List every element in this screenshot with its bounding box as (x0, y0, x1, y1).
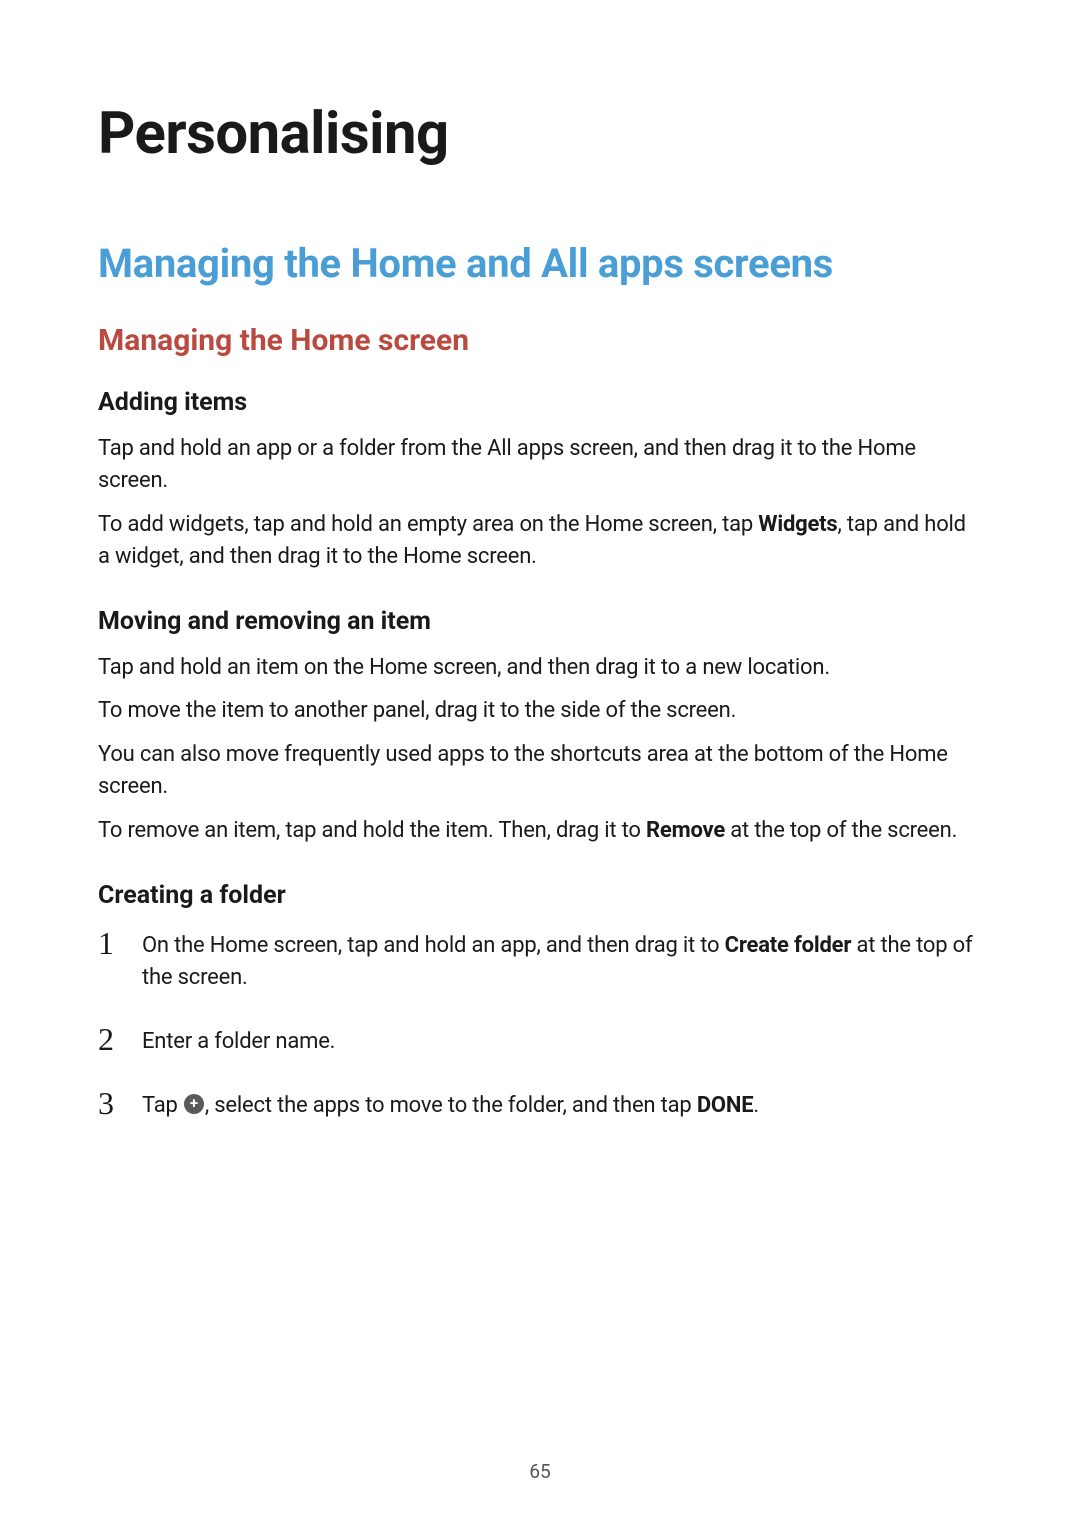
list-item: 3 Tap +, select the apps to move to the … (98, 1086, 982, 1122)
step-number: 2 (98, 1022, 138, 1057)
document-page: Personalising Managing the Home and All … (0, 0, 1080, 1122)
text-fragment: On the Home screen, tap and hold an app,… (142, 933, 725, 958)
bold-text: Widgets (758, 512, 837, 537)
topic-moving-removing: Moving and removing an item Tap and hold… (98, 607, 982, 847)
body-paragraph: You can also move frequently used apps t… (98, 739, 982, 803)
body-paragraph: To remove an item, tap and hold the item… (98, 815, 982, 847)
step-number: 1 (98, 926, 138, 961)
bold-text: DONE (697, 1093, 754, 1118)
step-text: Tap +, select the apps to move to the fo… (142, 1086, 982, 1122)
bold-text: Create folder (725, 933, 852, 958)
list-item: 2 Enter a folder name. (98, 1022, 982, 1058)
body-paragraph: Tap and hold an app or a folder from the… (98, 433, 982, 497)
bold-text: Remove (646, 818, 725, 843)
text-fragment: . (753, 1093, 759, 1118)
page-number: 65 (529, 1460, 550, 1483)
topic-creating-folder: Creating a folder 1 On the Home screen, … (98, 881, 982, 1122)
list-item: 1 On the Home screen, tap and hold an ap… (98, 926, 982, 994)
step-text: On the Home screen, tap and hold an app,… (142, 926, 982, 994)
text-fragment: Tap (142, 1093, 183, 1118)
topic-adding-items: Adding items Tap and hold an app or a fo… (98, 388, 982, 573)
body-paragraph: To add widgets, tap and hold an empty ar… (98, 509, 982, 573)
step-number: 3 (98, 1086, 138, 1121)
topic-title: Moving and removing an item (98, 607, 982, 636)
text-fragment: To remove an item, tap and hold the item… (98, 818, 646, 843)
chapter-title: Personalising (98, 100, 982, 168)
topic-title: Creating a folder (98, 881, 982, 910)
subsection-title: Managing the Home screen (98, 323, 982, 358)
body-paragraph: Tap and hold an item on the Home screen,… (98, 652, 982, 684)
plus-circle-icon: + (184, 1094, 204, 1114)
step-text: Enter a folder name. (142, 1022, 982, 1058)
section-title: Managing the Home and All apps screens (98, 240, 982, 287)
subsection-block: Managing the Home screen Adding items Ta… (98, 323, 982, 1122)
topic-title: Adding items (98, 388, 982, 417)
text-fragment: , select the apps to move to the folder,… (205, 1093, 697, 1118)
text-fragment: To add widgets, tap and hold an empty ar… (98, 512, 758, 537)
numbered-steps: 1 On the Home screen, tap and hold an ap… (98, 926, 982, 1122)
body-paragraph: To move the item to another panel, drag … (98, 695, 982, 727)
text-fragment: at the top of the screen. (725, 818, 957, 843)
